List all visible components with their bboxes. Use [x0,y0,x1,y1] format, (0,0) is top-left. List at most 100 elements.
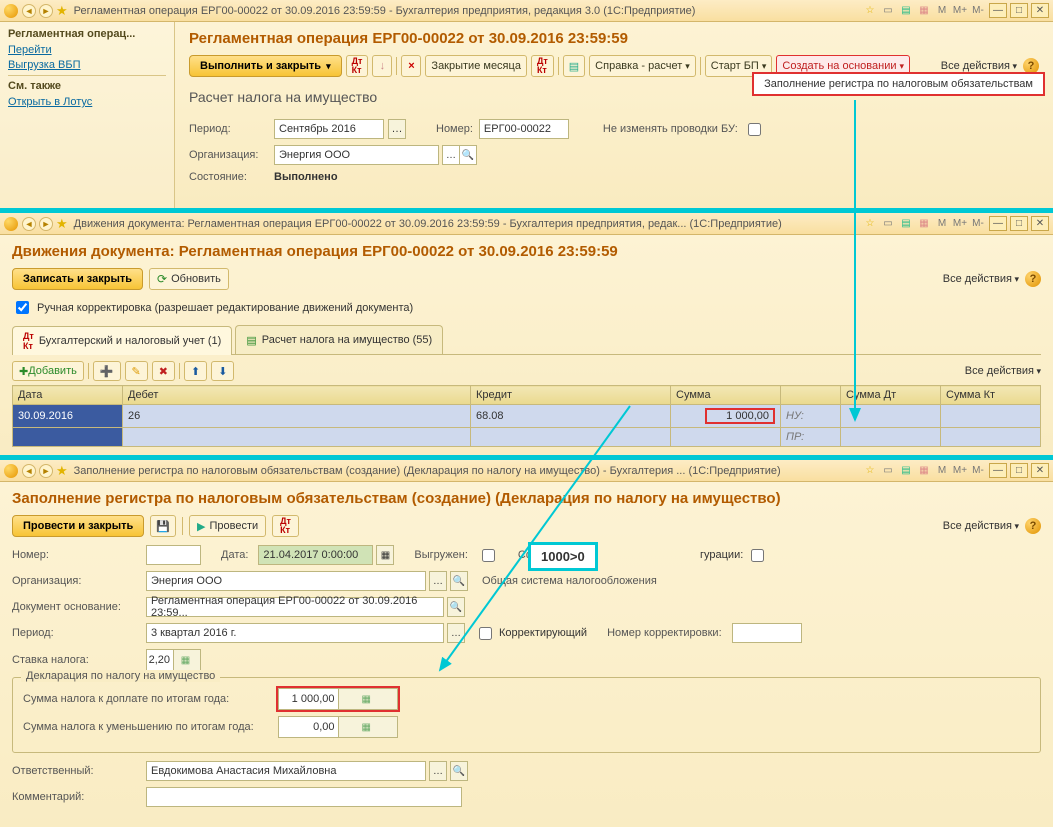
number-input[interactable] [146,545,201,565]
config-checkbox[interactable] [751,549,764,562]
post-close-button[interactable]: Провести и закрыть [12,515,144,537]
calc-icon[interactable]: ▤ [898,216,914,232]
calc-icon[interactable]: ▤ [898,3,914,19]
lock-checkbox[interactable] [748,123,761,136]
nav-back-icon[interactable]: ◄ [22,217,36,231]
calendar-icon[interactable]: ▦ [916,216,932,232]
table-row[interactable]: 30.09.2016 26 68.08 1 000,00 НУ: [13,405,1041,428]
nav-back-icon[interactable]: ◄ [22,4,36,18]
minimize-button[interactable]: — [989,3,1007,18]
responsible-input[interactable]: Евдокимова Анастасия Михайловна [146,761,426,781]
sidebar-link-vbp[interactable]: Выгрузка ВБП [8,59,166,71]
base-doc-input[interactable]: Регламентная операция ЕРГ00-00022 от 30.… [146,597,444,617]
arrow-down-icon[interactable]: ↓ [372,55,392,77]
edit-icon[interactable]: ✎ [125,361,148,381]
report-icon[interactable]: ▤ [563,55,585,77]
maximize-button[interactable]: □ [1010,3,1028,18]
delete-icon[interactable]: ✖ [152,361,175,381]
tab-accounting[interactable]: ДтКтБухгалтерский и налоговый учет (1) [12,326,232,355]
save-close-button[interactable]: Записать и закрыть [12,268,143,290]
dtkt-button[interactable]: ДтКт [272,515,299,537]
favorite-icon[interactable]: ★ [56,463,68,479]
mplus-icon[interactable]: M+ [952,3,968,19]
col-debit[interactable]: Дебет [123,386,471,405]
exported-checkbox[interactable] [482,549,495,562]
manual-edit-checkbox[interactable] [16,301,29,314]
period-input[interactable]: 3 квартал 2016 г. [146,623,444,643]
fav-icon[interactable]: ☆ [862,216,878,232]
all-actions-link[interactable]: Все действия [941,60,1017,72]
close-month-button[interactable]: Закрытие месяца [425,55,527,77]
history-icon[interactable]: ▭ [880,3,896,19]
org-dots[interactable]: … [429,571,447,591]
mplus-icon[interactable]: M+ [952,463,968,479]
date-input[interactable]: 21.04.2017 0:00:00 [258,545,373,565]
org-input[interactable]: Энергия ООО [146,571,426,591]
nav-fwd-icon[interactable]: ► [39,464,53,478]
history-icon[interactable]: ▭ [880,463,896,479]
calendar-icon[interactable]: ▦ [916,3,932,19]
close-button[interactable]: ✕ [1031,216,1049,231]
history-icon[interactable]: ▭ [880,216,896,232]
rate-input[interactable]: 2,20▦ [146,649,201,671]
all-actions-link[interactable]: Все действия [943,273,1019,285]
all-actions-link[interactable]: Все действия [965,365,1041,377]
dtkt-icon[interactable]: ДтКт [346,55,369,77]
mplus-icon[interactable]: M+ [952,216,968,232]
dtkt-icon-2[interactable]: ДтКт [531,55,554,77]
col-credit[interactable]: Кредит [471,386,671,405]
close-button[interactable]: ✕ [1031,463,1049,478]
fav-icon[interactable]: ☆ [862,463,878,479]
save-icon[interactable]: 💾 [150,515,176,537]
add-icon[interactable]: ➕ [93,361,121,381]
maximize-button[interactable]: □ [1010,216,1028,231]
period-input[interactable]: Сентябрь 2016 [274,119,384,139]
sum-pay-input[interactable]: 1 000,00▦ [278,688,398,710]
responsible-dots[interactable]: … [429,761,447,781]
org-dots-button[interactable]: … [442,145,460,165]
comment-input[interactable] [146,787,462,807]
org-search-button[interactable]: 🔍 [459,145,477,165]
calc-icon[interactable]: ▦ [338,717,398,737]
table-row[interactable]: ПР: [13,428,1041,447]
col-sum-dt[interactable]: Сумма Дт [841,386,941,405]
correcting-checkbox[interactable] [479,627,492,640]
mminus-icon[interactable]: M- [970,3,986,19]
sum-reduce-input[interactable]: 0,00▦ [278,716,398,738]
move-up-icon[interactable]: ⬆ [184,361,207,381]
favorite-icon[interactable]: ★ [56,3,68,19]
m-icon[interactable]: M [934,3,950,19]
org-search[interactable]: 🔍 [450,571,468,591]
nav-back-icon[interactable]: ◄ [22,464,36,478]
responsible-search[interactable]: 🔍 [450,761,468,781]
tab-tax-calc[interactable]: ▤Расчет налога на имущество (55) [235,325,443,354]
calc-icon[interactable]: ▤ [898,463,914,479]
cancel-icon[interactable]: × [401,55,421,77]
period-picker-button[interactable]: … [388,119,406,139]
base-doc-search[interactable]: 🔍 [447,597,465,617]
report-button[interactable]: Справка - расчет [589,55,696,77]
period-dots[interactable]: … [447,623,465,643]
col-date[interactable]: Дата [13,386,123,405]
date-calendar-button[interactable]: ▦ [376,545,394,565]
close-button[interactable]: ✕ [1031,3,1049,18]
col-sum[interactable]: Сумма [671,386,781,405]
add-button[interactable]: ✚ Добавить [12,361,84,381]
post-button[interactable]: ▶Провести [189,515,266,537]
favorite-icon[interactable]: ★ [56,216,68,232]
fav-icon[interactable]: ☆ [862,3,878,19]
help-icon[interactable]: ? [1025,271,1041,287]
col-sum-kt[interactable]: Сумма Кт [941,386,1041,405]
help-icon[interactable]: ? [1025,518,1041,534]
corr-num-input[interactable] [732,623,802,643]
mminus-icon[interactable]: M- [970,216,986,232]
nav-fwd-icon[interactable]: ► [39,4,53,18]
calc-icon[interactable]: ▦ [173,650,200,670]
nav-fwd-icon[interactable]: ► [39,217,53,231]
mminus-icon[interactable]: M- [970,463,986,479]
all-actions-link[interactable]: Все действия [943,520,1019,532]
m-icon[interactable]: M [934,463,950,479]
number-input[interactable]: ЕРГ00-00022 [479,119,569,139]
create-based-popup-item[interactable]: Заполнение регистра по налоговым обязате… [752,72,1045,96]
move-down-icon[interactable]: ⬇ [211,361,234,381]
